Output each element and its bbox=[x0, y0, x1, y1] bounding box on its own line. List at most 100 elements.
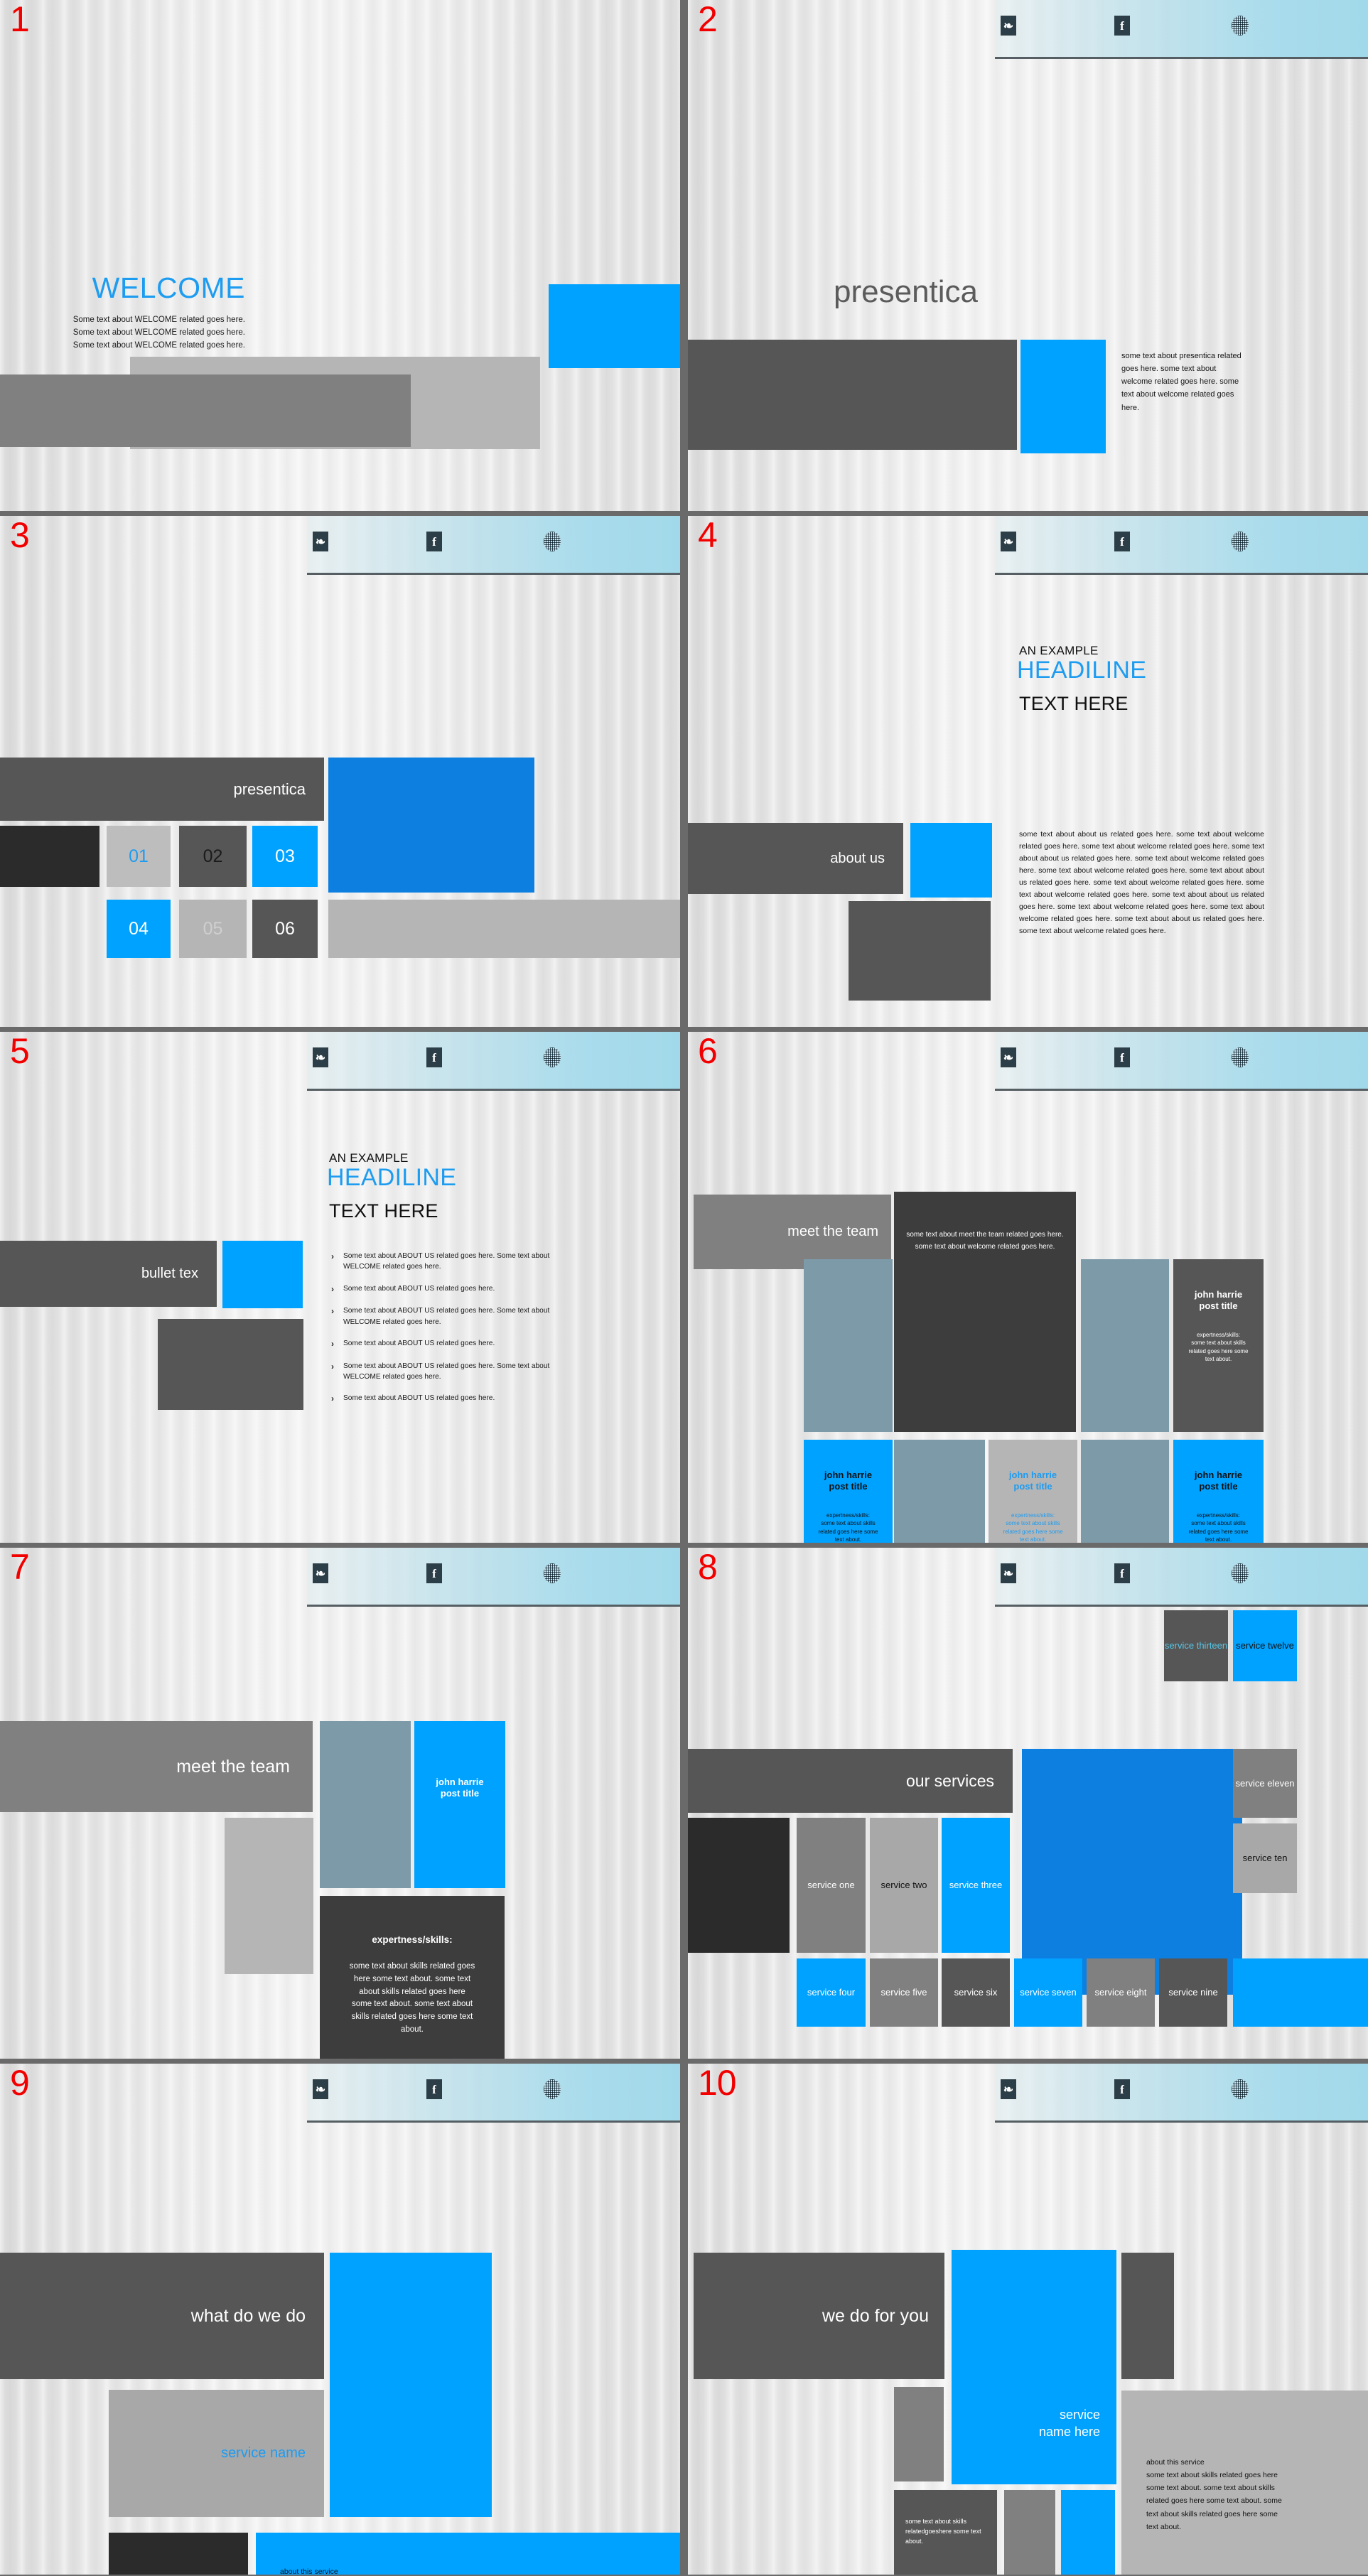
slide6-intro-block bbox=[894, 1192, 1076, 1432]
slide7-name-card[interactable]: john harrie post title bbox=[414, 1721, 505, 1888]
globe-icon[interactable] bbox=[544, 532, 561, 551]
slide6-photo-2 bbox=[1081, 1259, 1169, 1432]
slide-thumbnail-9[interactable]: 9 ❧ f what do we do service name about t… bbox=[0, 2064, 680, 2575]
slide3-number-tile-06[interactable]: 06 bbox=[252, 900, 318, 958]
slide6-intro-text: some text about meet the team related go… bbox=[906, 1231, 1064, 1251]
slide-number-5: 5 bbox=[10, 1032, 30, 1071]
facebook-icon[interactable]: f bbox=[1114, 1563, 1130, 1583]
bullet-item: › Some text about ABOUT US related goes h… bbox=[331, 1251, 566, 1273]
bullet-text: Some text about ABOUT US related goes he… bbox=[343, 1252, 550, 1271]
slide-number-3: 3 bbox=[10, 516, 30, 555]
globe-icon[interactable] bbox=[1232, 532, 1249, 551]
globe-icon[interactable] bbox=[544, 1563, 561, 1583]
service-tile-eleven[interactable]: service eleven bbox=[1233, 1749, 1297, 1818]
slide-thumbnail-10[interactable]: 10 ❧ f we do for you service name here a… bbox=[688, 2064, 1368, 2575]
slide5-panel-label: bullet tex bbox=[141, 1266, 198, 1281]
facebook-icon[interactable]: f bbox=[1114, 16, 1130, 36]
team-card[interactable]: john harrie post title expertness/skills: s… bbox=[1173, 1440, 1264, 1543]
service-tile-one[interactable]: service one bbox=[797, 1818, 866, 1953]
twitter-icon[interactable]: ❧ bbox=[313, 532, 328, 551]
team-card-skills-body: some text about skills related goes here… bbox=[818, 1520, 878, 1543]
service-tile-seven[interactable]: service seven bbox=[1014, 1958, 1082, 2027]
service-tile-three[interactable]: service three bbox=[942, 1818, 1010, 1953]
slide-thumbnail-3[interactable]: 3 ❧ f presentica 01 02 03 04 05 06 bbox=[0, 516, 680, 1027]
slide-thumbnail-4[interactable]: 4 ❧ f AN EXAMPLE HEADILINE TEXT HERE abo… bbox=[688, 516, 1368, 1027]
slide4-kicker: AN EXAMPLE bbox=[1019, 644, 1099, 657]
header-rule bbox=[995, 1605, 1368, 1607]
globe-icon[interactable] bbox=[1232, 2079, 1249, 2099]
service-tile-eight[interactable]: service eight bbox=[1087, 1958, 1155, 2027]
service-tile-two[interactable]: service two bbox=[870, 1818, 938, 1953]
twitter-icon[interactable]: ❧ bbox=[313, 2079, 328, 2099]
globe-icon[interactable] bbox=[1232, 16, 1249, 36]
team-card-skills-label: expertness/skills: bbox=[826, 1511, 870, 1519]
twitter-icon[interactable]: ❧ bbox=[1001, 1563, 1016, 1583]
team-card-post: post title bbox=[1199, 1481, 1238, 1492]
service-tile-four[interactable]: service four bbox=[797, 1958, 866, 2027]
header-gradient-band bbox=[995, 1548, 1368, 1606]
facebook-icon[interactable]: f bbox=[426, 1563, 442, 1583]
twitter-icon[interactable]: ❧ bbox=[313, 1563, 328, 1583]
header-gradient-band bbox=[307, 2064, 680, 2122]
slide3-number-tile-01[interactable]: 01 bbox=[107, 826, 171, 887]
facebook-icon[interactable]: f bbox=[1114, 2079, 1130, 2099]
slide3-number-tile-04[interactable]: 04 bbox=[107, 900, 171, 958]
twitter-icon[interactable]: ❧ bbox=[313, 1047, 328, 1067]
slide-thumbnail-2[interactable]: 2 ❧ f presentica some text about present… bbox=[688, 0, 1368, 511]
slide-thumbnail-1[interactable]: 1 WELCOME Some text about WELCOME relate… bbox=[0, 0, 680, 511]
globe-icon[interactable] bbox=[1232, 1563, 1249, 1583]
service-tile-twelve[interactable]: service twelve bbox=[1233, 1610, 1297, 1681]
facebook-icon[interactable]: f bbox=[1114, 532, 1130, 551]
facebook-icon[interactable]: f bbox=[426, 1047, 442, 1067]
header-rule bbox=[307, 573, 680, 575]
slide-thumbnail-5[interactable]: 5 ❧ f AN EXAMPLE HEADILINE TEXT HERE bul… bbox=[0, 1032, 680, 1543]
twitter-icon[interactable]: ❧ bbox=[1001, 532, 1016, 551]
service-tile-five[interactable]: service five bbox=[870, 1958, 938, 2027]
slide-thumbnail-8[interactable]: 8 ❧ f our services service thirteen serv… bbox=[688, 1548, 1368, 2059]
slide10-accent-block bbox=[952, 2250, 1116, 2484]
slide7-card-post: post title bbox=[440, 1788, 480, 1799]
slide3-number-tile-03[interactable]: 03 bbox=[252, 826, 318, 887]
slide8-accent-strip bbox=[1233, 1958, 1368, 2027]
header-gradient-band bbox=[995, 0, 1368, 58]
slide4-dark-block bbox=[849, 901, 991, 1001]
slide-number-10: 10 bbox=[698, 2064, 737, 2103]
slide5-kicker: AN EXAMPLE bbox=[329, 1151, 409, 1165]
facebook-icon[interactable]: f bbox=[426, 2079, 442, 2099]
slide-thumbnail-7[interactable]: 7 ❧ f meet the team john harrie post tit… bbox=[0, 1548, 680, 2059]
slide3-big-accent bbox=[328, 758, 534, 893]
slide-thumbnail-6[interactable]: 6 ❧ f meet the team some text about meet… bbox=[688, 1032, 1368, 1543]
slide5-accent-block bbox=[222, 1241, 303, 1308]
slide5-bullet-list: › Some text about ABOUT US related goes h… bbox=[331, 1251, 566, 1416]
team-card[interactable]: john harrie post title expertness/skills: s… bbox=[989, 1440, 1077, 1543]
team-card[interactable]: john harrie post title expertness/skills: s… bbox=[804, 1440, 893, 1543]
facebook-icon[interactable]: f bbox=[1114, 1047, 1130, 1067]
slide9-about-text: about this service some text about skill… bbox=[280, 2566, 586, 2575]
slide10-gray-tab bbox=[894, 2387, 944, 2481]
twitter-icon[interactable]: ❧ bbox=[1001, 16, 1016, 36]
twitter-icon[interactable]: ❧ bbox=[1001, 1047, 1016, 1067]
slide3-number-tile-05[interactable]: 05 bbox=[179, 900, 247, 958]
slide8-panel: our services bbox=[688, 1749, 1013, 1813]
service-tile-nine[interactable]: service nine bbox=[1159, 1958, 1227, 2027]
slide2-body: some text about presentica related goes … bbox=[1121, 352, 1242, 412]
service-tile-thirteen[interactable]: service thirteen bbox=[1164, 1610, 1228, 1681]
globe-icon[interactable] bbox=[544, 2079, 561, 2099]
team-card[interactable]: john harrie post title expertness/skills: s… bbox=[1173, 1259, 1264, 1432]
globe-icon[interactable] bbox=[1232, 1047, 1249, 1067]
slide4-body: some text about about us related goes he… bbox=[1019, 830, 1264, 935]
slide3-number-tile-02[interactable]: 02 bbox=[179, 826, 247, 887]
slide4-panel: about us bbox=[688, 823, 903, 894]
slide10-gray-block-2 bbox=[1004, 2490, 1055, 2575]
service-tile-six[interactable]: service six bbox=[942, 1958, 1010, 2027]
service-tile-ten[interactable]: service ten bbox=[1233, 1823, 1297, 1893]
team-card-post: post title bbox=[829, 1481, 868, 1492]
globe-icon[interactable] bbox=[544, 1047, 561, 1067]
team-card-name: john harrie bbox=[824, 1470, 873, 1480]
team-card-name: john harrie bbox=[1008, 1470, 1057, 1480]
bullet-text: Some text about ABOUT US related goes he… bbox=[343, 1307, 550, 1326]
bullet-item: › Some text about ABOUT US related goes h… bbox=[331, 1393, 566, 1405]
twitter-icon[interactable]: ❧ bbox=[1001, 2079, 1016, 2099]
facebook-icon[interactable]: f bbox=[426, 532, 442, 551]
slide10-dark-tab bbox=[1121, 2253, 1174, 2379]
